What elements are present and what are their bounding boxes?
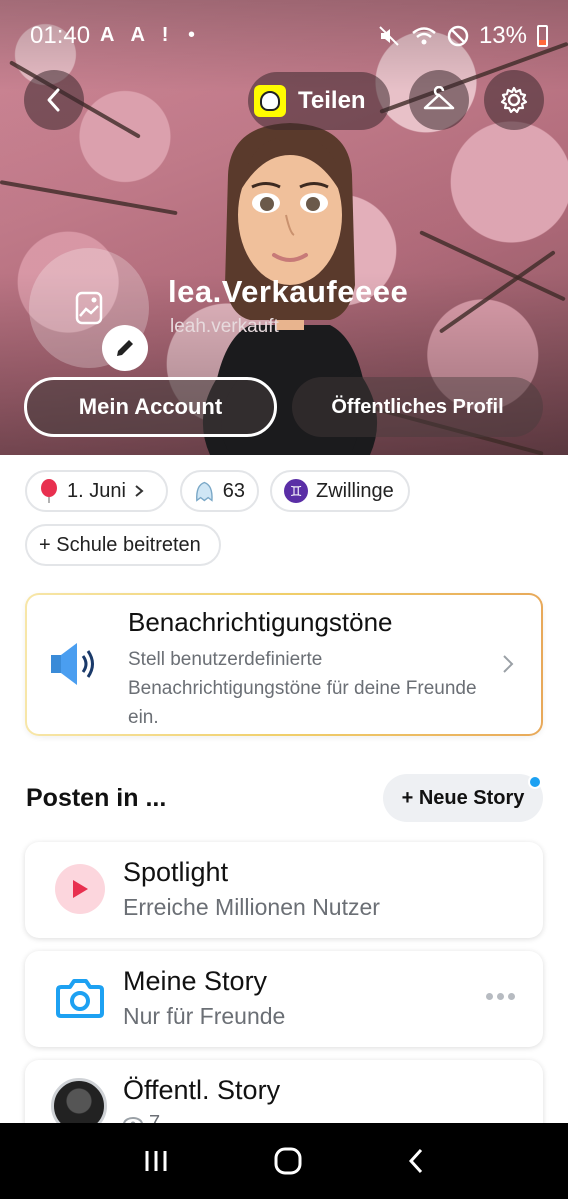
birthday-label: 1. Juni xyxy=(67,479,126,502)
post-to-heading: Posten in ... xyxy=(26,784,167,812)
share-button[interactable]: Teilen xyxy=(248,72,390,130)
new-story-indicator-dot xyxy=(528,775,542,789)
status-notification-icons: A A ! xyxy=(100,24,175,46)
new-story-button[interactable]: + Neue Story xyxy=(383,774,543,822)
gear-icon xyxy=(500,86,528,114)
my-story-title: Meine Story xyxy=(123,966,268,996)
more-options-icon[interactable] xyxy=(486,993,515,1000)
dot-icon: • xyxy=(188,24,196,46)
spotlight-play-icon xyxy=(55,864,105,914)
snapcode-icon xyxy=(254,85,286,117)
chevron-left-icon xyxy=(47,88,60,112)
birthday-chip[interactable]: 1. Juni xyxy=(25,470,168,512)
do-not-disturb-icon xyxy=(447,25,469,47)
edit-profile-picture-button[interactable] xyxy=(102,325,148,371)
chevron-right-icon xyxy=(135,485,144,497)
spotlight-title: Spotlight xyxy=(123,857,229,887)
ghost-friends-icon xyxy=(196,481,213,502)
share-label: Teilen xyxy=(298,87,366,114)
username: leah.verkauft xyxy=(170,316,279,337)
public-story-title: Öffentl. Story xyxy=(123,1075,281,1105)
recent-apps-icon[interactable] xyxy=(142,1148,170,1174)
friends-count-chip[interactable]: 63 xyxy=(180,470,259,512)
back-button[interactable] xyxy=(24,70,84,130)
join-school-label: + Schule beitreten xyxy=(39,533,201,556)
hanger-icon xyxy=(423,86,455,110)
my-story-subtitle: Nur für Freunde xyxy=(123,1003,286,1029)
spotlight-item[interactable]: Spotlight Erreiche Millionen Nutzer xyxy=(25,842,543,938)
zodiac-chip[interactable]: ♊ Zwillinge xyxy=(270,470,410,512)
status-time: 01:40 xyxy=(30,22,91,49)
battery-icon xyxy=(537,25,548,47)
settings-button[interactable] xyxy=(484,70,544,130)
join-school-chip[interactable]: + Schule beitreten xyxy=(25,524,221,566)
spotlight-subtitle: Erreiche Millionen Nutzer xyxy=(123,894,380,920)
battery-percent: 13% xyxy=(478,22,527,49)
wifi-icon xyxy=(412,27,436,45)
speaker-icon xyxy=(51,643,94,685)
public-profile-button[interactable]: Öffentliches Profil xyxy=(292,377,543,437)
zodiac-label: Zwillinge xyxy=(316,479,394,502)
back-nav-icon[interactable] xyxy=(406,1147,426,1175)
home-icon[interactable] xyxy=(273,1146,303,1176)
pencil-icon xyxy=(117,340,133,356)
chevron-right-icon xyxy=(503,655,514,673)
camera-icon xyxy=(56,979,104,1018)
system-navigation-bar xyxy=(0,1123,568,1199)
image-placeholder-icon xyxy=(75,291,103,325)
display-name: lea.Verkaufeeee xyxy=(168,274,409,309)
gemini-icon: ♊ xyxy=(284,479,308,503)
my-story-item[interactable]: Meine Story Nur für Freunde xyxy=(25,951,543,1047)
mute-icon xyxy=(379,26,399,46)
bitmoji-outfit-button[interactable] xyxy=(409,70,469,130)
status-bar: 01:40 A A ! • 13% xyxy=(0,0,568,64)
friends-count: 63 xyxy=(222,479,245,502)
my-account-button[interactable]: Mein Account xyxy=(24,377,277,437)
notification-sounds-description: Stell benutzerdefinierte Benachrichtigun… xyxy=(128,649,477,728)
balloon-icon xyxy=(41,479,57,503)
notification-sounds-title: Benachrichtigungstöne xyxy=(128,607,393,637)
notification-sounds-card[interactable]: Benachrichtigungstöne Stell benutzerdefi… xyxy=(25,593,543,736)
